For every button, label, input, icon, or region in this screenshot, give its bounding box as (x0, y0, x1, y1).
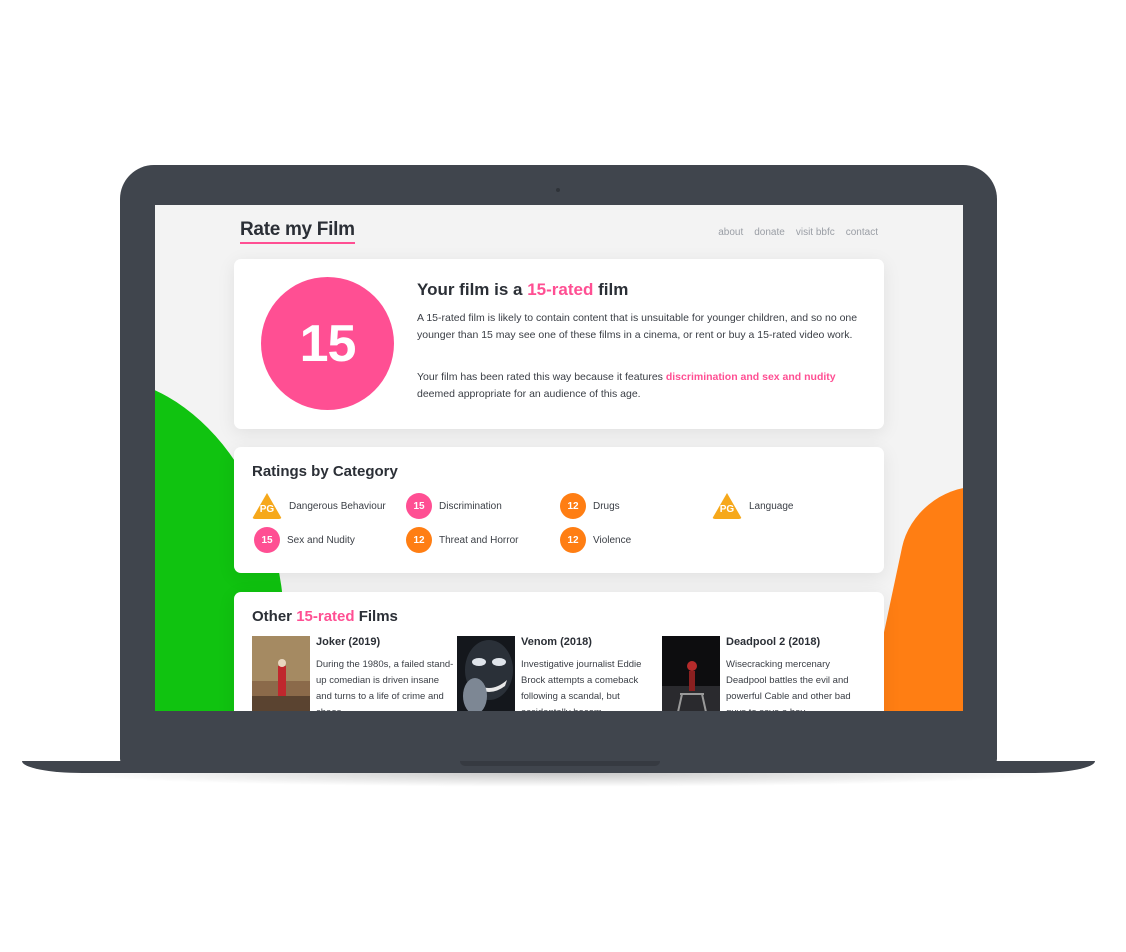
category-threat-and-horror: 12 Threat and Horror (406, 525, 518, 555)
laptop-notch (460, 761, 660, 766)
other-films-title: Other 15-rated Films (252, 608, 398, 625)
camera-dot (556, 188, 560, 192)
category-label: Discrimination (439, 500, 502, 512)
rating-badge-large: 15 (261, 277, 394, 410)
result-card: 15 Your film is a 15-rated film A 15-rat… (234, 259, 884, 429)
rating-15-badge: 15 (406, 493, 432, 519)
result-reason: Your film has been rated this way becaus… (417, 371, 836, 400)
result-title-rating: 15-rated (527, 280, 594, 299)
other-films-card: Other 15-rated Films Joker (2019) During (234, 592, 884, 711)
category-label: Violence (593, 534, 632, 546)
rating-12-badge: 12 (560, 493, 586, 519)
result-reason-highlight: discrimination and sex and nudity (665, 371, 836, 383)
category-drugs: 12 Drugs (560, 491, 620, 521)
films-list: Joker (2019) During the 1980s, a failed … (252, 636, 872, 711)
nav-about[interactable]: about (718, 227, 743, 238)
category-label: Drugs (593, 500, 620, 512)
pg-triangle-icon: PG (712, 493, 742, 519)
film-item-venom[interactable]: Venom (2018) Investigative journalist Ed… (457, 636, 657, 711)
category-discrimination: 15 Discrimination (406, 491, 502, 521)
category-dangerous-behaviour: PG Dangerous Behaviour (252, 491, 386, 521)
deadpool-poster-image[interactable] (662, 636, 720, 711)
film-title[interactable]: Joker (2019) (316, 636, 380, 648)
film-description: Investigative journalist Eddie Brock att… (521, 659, 642, 711)
film-description: During the 1980s, a failed stand-up come… (316, 659, 454, 711)
film-title[interactable]: Venom (2018) (521, 636, 592, 648)
categories-title: Ratings by Category (252, 463, 398, 480)
category-label: Threat and Horror (439, 534, 519, 546)
nav-donate[interactable]: donate (754, 227, 785, 238)
laptop-screen: Rate my Film about donate visit bbfc con… (155, 205, 963, 711)
joker-poster-image[interactable] (252, 636, 310, 711)
film-item-deadpool-2[interactable]: Deadpool 2 (2018) Wisecracking mercenary… (662, 636, 862, 711)
category-language: PG Language (712, 491, 794, 521)
site-logo[interactable]: Rate my Film (240, 219, 355, 244)
rating-15-badge: 15 (254, 527, 280, 553)
rating-12-badge: 12 (406, 527, 432, 553)
category-violence: 12 Violence (560, 525, 631, 555)
venom-poster-image[interactable] (457, 636, 515, 711)
category-sex-and-nudity: 15 Sex and Nudity (254, 525, 355, 555)
laptop-shadow (60, 773, 1060, 787)
category-label: Dangerous Behaviour (289, 500, 386, 512)
pg-triangle-icon: PG (252, 493, 282, 519)
nav-visit-bbfc[interactable]: visit bbfc (796, 227, 835, 238)
result-description: A 15-rated film is likely to contain con… (417, 312, 858, 341)
top-nav: about donate visit bbfc contact (718, 227, 878, 238)
result-title: Your film is a 15-rated film (417, 280, 629, 299)
film-description: Wisecracking mercenary Deadpool battles … (726, 659, 851, 711)
film-title[interactable]: Deadpool 2 (2018) (726, 636, 820, 648)
film-item-joker[interactable]: Joker (2019) During the 1980s, a failed … (252, 636, 454, 711)
category-label: Sex and Nudity (287, 534, 355, 546)
category-label: Language (749, 500, 794, 512)
categories-card: Ratings by Category PG Dangerous Behavio… (234, 447, 884, 573)
rating-12-badge: 12 (560, 527, 586, 553)
nav-contact[interactable]: contact (846, 227, 878, 238)
